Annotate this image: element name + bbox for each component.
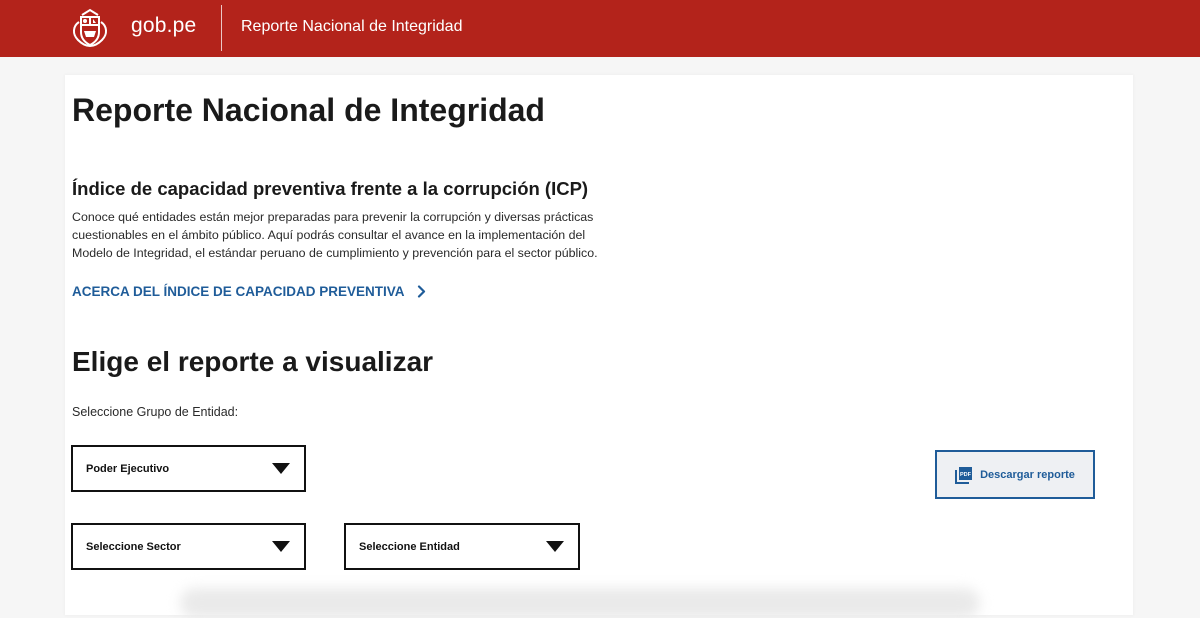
peru-coat-of-arms-icon[interactable] [69,8,111,48]
page-title: Reporte Nacional de Integridad [72,92,545,128]
gob-pe-logo[interactable]: gob.pe [131,14,196,38]
group-select-label: Seleccione Grupo de Entidad: [72,405,239,419]
caret-down-icon [272,541,290,552]
download-report-button[interactable]: PDF Descargar reporte [935,450,1095,499]
entity-group-select[interactable]: Poder Ejecutivo [71,445,306,492]
caret-down-icon [272,463,290,474]
entity-select[interactable]: Seleccione Entidad [344,523,580,570]
pdf-icon: PDF [955,466,973,484]
header-divider [221,5,222,51]
sector-select-value: Seleccione Sector [86,540,181,553]
section-title: Índice de capacidad preventiva frente a … [72,178,589,199]
chevron-right-icon [417,285,425,298]
entity-group-select-value: Poder Ejecutivo [86,462,170,475]
entity-select-value: Seleccione Entidad [359,540,460,553]
top-bar: gob.pe Reporte Nacional de Integridad [0,0,1200,57]
about-index-link-label: ACERCA DEL ÍNDICE DE CAPACIDAD PREVENTIV… [72,284,405,299]
caret-down-icon [546,541,564,552]
download-report-label: Descargar reporte [980,468,1075,481]
header-title[interactable]: Reporte Nacional de Integridad [241,18,462,36]
about-index-link[interactable]: ACERCA DEL ÍNDICE DE CAPACIDAD PREVENTIV… [72,284,426,299]
svg-text:PDF: PDF [960,472,972,478]
choose-report-title: Elige el reporte a visualizar [72,346,434,377]
sector-select[interactable]: Seleccione Sector [71,523,306,570]
section-description: Conoce qué entidades están mejor prepara… [72,210,598,260]
bottom-shadow [180,588,980,618]
